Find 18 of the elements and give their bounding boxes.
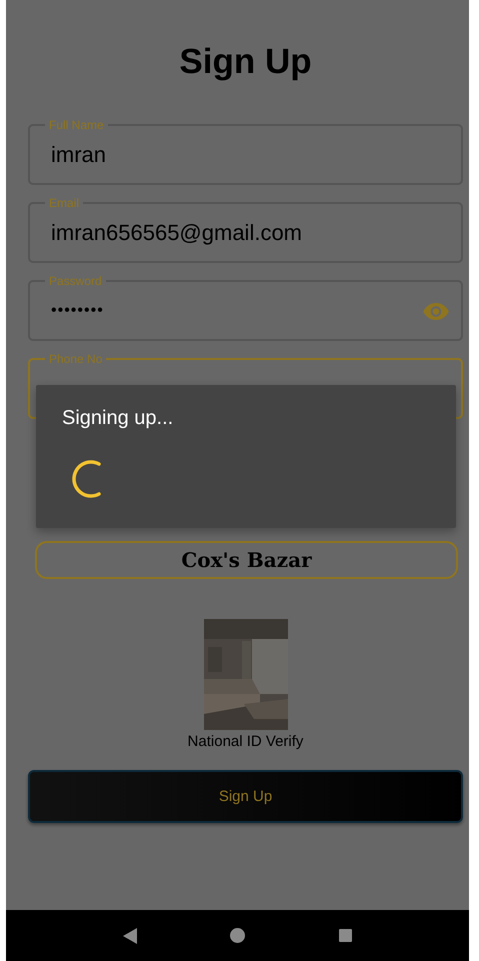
field-label: Phone No [48,352,104,366]
page-title: Sign Up [178,41,313,82]
input-field[interactable]: Password •••••••• [28,274,463,341]
field-label: Password [48,274,103,288]
district-dropdown[interactable]: Cox's Bazar [35,541,458,579]
home-icon[interactable] [230,928,246,943]
field-value: imran656565@gmail.com [51,220,304,246]
field-label: Full Name [48,118,105,132]
sign-up-button[interactable]: Sign Up [28,770,463,823]
photo-caption: National ID Verify [188,733,304,750]
input-field[interactable]: Email imran656565@gmail.com [28,196,463,263]
field-label: Email [48,196,80,210]
back-icon[interactable] [122,928,137,944]
dialog-message: Signing up... [62,407,174,430]
input-field[interactable]: Full Name imran [28,118,463,185]
field-value: •••••••• [51,302,105,320]
field-value: imran [51,142,108,168]
recents-icon[interactable] [339,929,352,942]
